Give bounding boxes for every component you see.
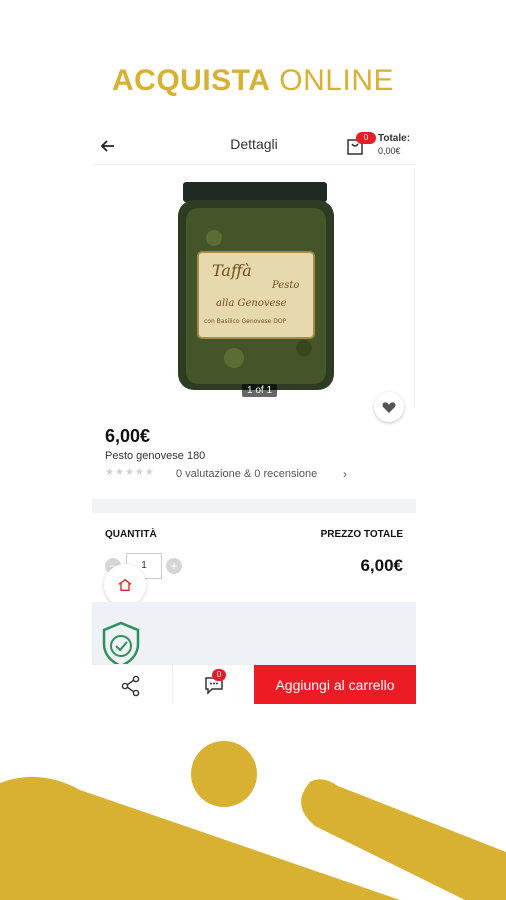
heart-icon <box>382 402 396 413</box>
home-button[interactable] <box>104 564 146 606</box>
shield-check-icon <box>102 621 140 668</box>
product-image-gallery[interactable]: Taffà Pesto alla Genovese con Basilico G… <box>94 168 415 408</box>
share-icon[interactable] <box>120 675 142 697</box>
star-icon: ★ <box>105 467 115 478</box>
star-icon: ★ <box>134 467 145 478</box>
image-counter: 1 of 1 <box>242 384 278 397</box>
star-icon: ★ <box>144 467 155 478</box>
star-icon: ★ <box>124 467 135 478</box>
headline-strong: ACQUISTA <box>112 64 271 97</box>
jar-brand-text: Taffà <box>212 261 252 280</box>
chat-count-badge: 0 <box>212 669 226 681</box>
section-divider <box>92 499 416 513</box>
chevron-right-icon[interactable]: › <box>343 467 347 481</box>
total-price-value: 6,00€ <box>360 556 403 575</box>
bar-separator <box>172 665 173 704</box>
add-to-cart-button[interactable]: Aggiungi al carrello <box>254 665 416 704</box>
ratings-link[interactable]: 0 valutazione & 0 recensione <box>176 468 317 480</box>
headline: ACQUISTA ONLINE <box>0 64 506 98</box>
cart-total-label: Totale: <box>378 133 411 144</box>
product-jar-image: Taffà Pesto alla Genovese con Basilico G… <box>178 182 334 390</box>
cart-count-badge: 0 <box>356 132 376 144</box>
home-icon <box>118 578 132 591</box>
quantity-plus-button[interactable]: + <box>166 558 182 574</box>
total-price-label: PREZZO TOTALE <box>320 529 403 540</box>
app-bar: Dettagli 0 Totale: 0,00€ <box>92 128 416 165</box>
quantity-label: QUANTITÀ <box>105 529 157 540</box>
cart-total-value: 0,00€ <box>378 146 401 156</box>
favorite-button[interactable] <box>374 392 404 422</box>
bottom-action-bar: 0 Aggiungi al carrello <box>92 664 416 704</box>
jar-line-2: alla Genovese <box>216 298 287 309</box>
star-icon: ★ <box>114 467 125 478</box>
headline-light: ONLINE <box>279 64 394 97</box>
star-rating: ★★★★★ <box>105 467 155 478</box>
jar-line-1: Pesto <box>271 280 299 291</box>
jar-line-3: con Basilico Genovese DOP <box>204 318 287 325</box>
product-name: Pesto genovese 180 <box>105 450 206 462</box>
phone-screen: Dettagli 0 Totale: 0,00€ Taffà Pesto all… <box>92 128 416 704</box>
product-price: 6,00€ <box>105 426 151 446</box>
